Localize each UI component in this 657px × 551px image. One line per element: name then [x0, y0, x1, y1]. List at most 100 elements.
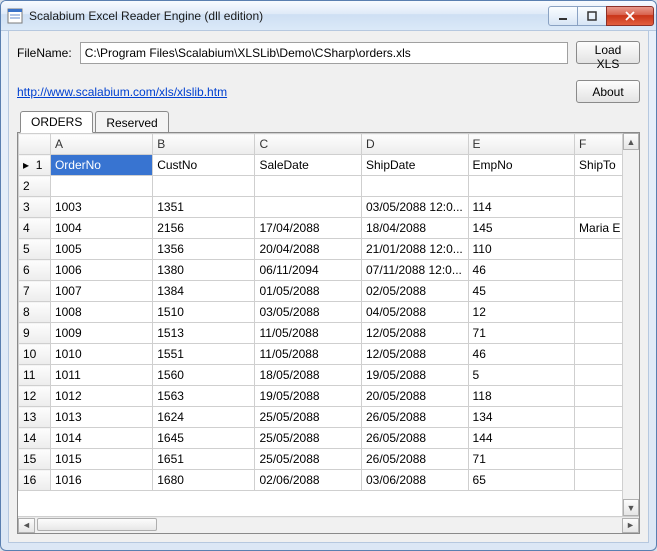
cell[interactable]: 03/06/2088: [362, 470, 469, 491]
row-header[interactable]: ▸ 1: [19, 155, 51, 176]
titlebar[interactable]: Scalabium Excel Reader Engine (dll editi…: [1, 1, 656, 31]
cell[interactable]: EmpNo: [468, 155, 575, 176]
cell[interactable]: 1680: [153, 470, 255, 491]
hscroll-thumb[interactable]: [37, 518, 157, 531]
table-row[interactable]: 121012156319/05/208820/05/2088118: [19, 386, 639, 407]
cell[interactable]: 25/05/2088: [255, 428, 362, 449]
cell[interactable]: 1624: [153, 407, 255, 428]
cell[interactable]: 71: [468, 323, 575, 344]
cell[interactable]: 1513: [153, 323, 255, 344]
minimize-button[interactable]: [548, 6, 578, 26]
cell[interactable]: 46: [468, 260, 575, 281]
row-header[interactable]: 5: [19, 239, 51, 260]
cell[interactable]: 1005: [50, 239, 152, 260]
horizontal-scrollbar[interactable]: ◄ ►: [18, 516, 639, 533]
table-row[interactable]: 151015165125/05/208826/05/208871: [19, 449, 639, 470]
scroll-up-arrow[interactable]: ▲: [623, 133, 639, 150]
cell[interactable]: 25/05/2088: [255, 407, 362, 428]
table-row[interactable]: 131013162425/05/208826/05/2088134: [19, 407, 639, 428]
cell[interactable]: 06/11/2094: [255, 260, 362, 281]
cell[interactable]: 26/05/2088: [362, 407, 469, 428]
row-header[interactable]: 10: [19, 344, 51, 365]
homepage-link[interactable]: http://www.scalabium.com/xls/xlslib.htm: [17, 85, 227, 99]
row-header[interactable]: 15: [19, 449, 51, 470]
corner-header[interactable]: [19, 134, 51, 155]
cell[interactable]: 07/11/2088 12:0...: [362, 260, 469, 281]
row-header[interactable]: 8: [19, 302, 51, 323]
cell[interactable]: 1645: [153, 428, 255, 449]
cell[interactable]: [255, 176, 362, 197]
cell[interactable]: [153, 176, 255, 197]
table-row[interactable]: ▸ 1OrderNoCustNoSaleDateShipDateEmpNoShi…: [19, 155, 639, 176]
cell[interactable]: 1551: [153, 344, 255, 365]
cell[interactable]: 114: [468, 197, 575, 218]
cell[interactable]: 20/05/2088: [362, 386, 469, 407]
cell[interactable]: 65: [468, 470, 575, 491]
column-header[interactable]: B: [153, 134, 255, 155]
cell[interactable]: OrderNo: [50, 155, 152, 176]
cell[interactable]: 1013: [50, 407, 152, 428]
table-row[interactable]: 71007138401/05/208802/05/208845: [19, 281, 639, 302]
cell[interactable]: 12: [468, 302, 575, 323]
cell[interactable]: [255, 197, 362, 218]
cell[interactable]: 1006: [50, 260, 152, 281]
cell[interactable]: 1012: [50, 386, 152, 407]
column-header[interactable]: D: [362, 134, 469, 155]
row-header[interactable]: 13: [19, 407, 51, 428]
table-row[interactable]: 101010155111/05/208812/05/208846: [19, 344, 639, 365]
cell[interactable]: ShipDate: [362, 155, 469, 176]
cell[interactable]: 1007: [50, 281, 152, 302]
cell[interactable]: 1011: [50, 365, 152, 386]
cell[interactable]: SaleDate: [255, 155, 362, 176]
cell[interactable]: 1560: [153, 365, 255, 386]
cell[interactable]: 11/05/2088: [255, 344, 362, 365]
close-button[interactable]: [606, 6, 654, 26]
cell[interactable]: 1016: [50, 470, 152, 491]
cell[interactable]: 1380: [153, 260, 255, 281]
cell[interactable]: 1510: [153, 302, 255, 323]
cell[interactable]: 1014: [50, 428, 152, 449]
table-row[interactable]: 31003135103/05/2088 12:0...114: [19, 197, 639, 218]
row-header[interactable]: 2: [19, 176, 51, 197]
table-row[interactable]: 141014164525/05/208826/05/2088144: [19, 428, 639, 449]
cell[interactable]: [50, 176, 152, 197]
cell[interactable]: 46: [468, 344, 575, 365]
cell[interactable]: 20/04/2088: [255, 239, 362, 260]
cell[interactable]: 12/05/2088: [362, 344, 469, 365]
cell[interactable]: 03/05/2088 12:0...: [362, 197, 469, 218]
cell[interactable]: 1563: [153, 386, 255, 407]
row-header[interactable]: 6: [19, 260, 51, 281]
cell[interactable]: 02/05/2088: [362, 281, 469, 302]
row-header[interactable]: 11: [19, 365, 51, 386]
cell[interactable]: 118: [468, 386, 575, 407]
about-button[interactable]: About: [576, 80, 640, 103]
row-header[interactable]: 14: [19, 428, 51, 449]
filename-input[interactable]: [80, 42, 568, 64]
cell[interactable]: 144: [468, 428, 575, 449]
cell[interactable]: 18/05/2088: [255, 365, 362, 386]
table-row[interactable]: 51005135620/04/208821/01/2088 12:0...110: [19, 239, 639, 260]
table-row[interactable]: 91009151311/05/208812/05/208871: [19, 323, 639, 344]
cell[interactable]: 03/05/2088: [255, 302, 362, 323]
load-xls-button[interactable]: Load XLS: [576, 41, 640, 64]
cell[interactable]: 1651: [153, 449, 255, 470]
cell[interactable]: 1351: [153, 197, 255, 218]
cell[interactable]: [468, 176, 575, 197]
hscroll-track[interactable]: [35, 518, 622, 533]
table-row[interactable]: 61006138006/11/209407/11/2088 12:0...46: [19, 260, 639, 281]
cell[interactable]: 145: [468, 218, 575, 239]
cell[interactable]: 1008: [50, 302, 152, 323]
column-header[interactable]: A: [50, 134, 152, 155]
cell[interactable]: 1004: [50, 218, 152, 239]
cell[interactable]: 5: [468, 365, 575, 386]
cell[interactable]: CustNo: [153, 155, 255, 176]
cell[interactable]: 18/04/2088: [362, 218, 469, 239]
cell[interactable]: 1010: [50, 344, 152, 365]
cell[interactable]: 110: [468, 239, 575, 260]
table-row[interactable]: 81008151003/05/208804/05/208812: [19, 302, 639, 323]
tab-reserved[interactable]: Reserved: [95, 111, 168, 133]
cell[interactable]: 19/05/2088: [255, 386, 362, 407]
row-header[interactable]: 12: [19, 386, 51, 407]
row-header[interactable]: 4: [19, 218, 51, 239]
cell[interactable]: [362, 176, 469, 197]
